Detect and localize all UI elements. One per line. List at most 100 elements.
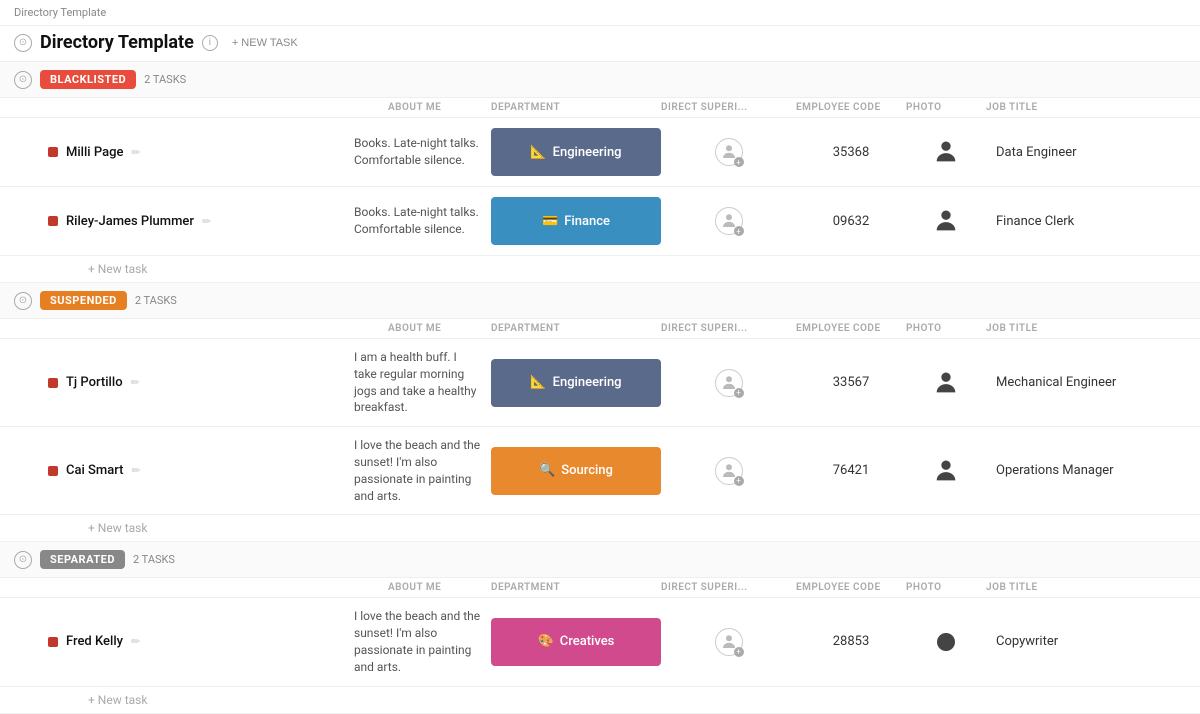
about-cell: I love the beach and the sunset! I'm als… xyxy=(354,437,491,504)
section-header-blacklisted: ⊙ BLACKLISTED 2 TASKS xyxy=(0,62,1200,98)
dept-cell[interactable]: 📐 Engineering xyxy=(491,128,661,176)
supervisor-cell[interactable]: + xyxy=(661,628,796,656)
table-row: Cai Smart ✏ I love the beach and the sun… xyxy=(0,427,1200,515)
add-supervisor-icon[interactable]: + xyxy=(734,157,744,167)
supervisor-avatar[interactable]: + xyxy=(715,207,743,235)
col-header-5: JOB TITLE xyxy=(986,323,1186,334)
col-headers-suspended: ABOUT MEDEPARTMENTDIRECT SUPERI...EMPLOY… xyxy=(0,319,1200,339)
section-suspended: ⊙ SUSPENDED 2 TASKS ABOUT MEDEPARTMENTDI… xyxy=(0,283,1200,542)
col-header-5: JOB TITLE xyxy=(986,102,1186,113)
col-name xyxy=(48,582,388,593)
dept-label: Engineering xyxy=(553,145,622,160)
edit-icon[interactable]: ✏ xyxy=(202,215,211,228)
row-bullet xyxy=(48,466,58,476)
dept-icon: 💳 xyxy=(542,214,558,229)
add-new-task-row[interactable]: + New task xyxy=(0,687,1200,714)
dept-cell[interactable]: 💳 Finance xyxy=(491,197,661,245)
photo-placeholder xyxy=(937,633,955,651)
supervisor-cell[interactable]: + xyxy=(661,138,796,166)
dept-icon: 🔍 xyxy=(539,463,555,478)
about-cell: Books. Late-night talks. Comfortable sil… xyxy=(354,204,491,238)
table-row: Tj Portillo ✏ I am a health buff. I take… xyxy=(0,339,1200,427)
status-badge-separated: SEPARATED xyxy=(40,550,125,569)
collapse-icon[interactable]: ⊙ xyxy=(14,34,32,52)
photo-cell xyxy=(906,207,986,235)
col-header-2: DIRECT SUPERI... xyxy=(661,323,796,334)
table-row: Fred Kelly ✏ I love the beach and the su… xyxy=(0,598,1200,686)
employee-name: Riley-James Plummer xyxy=(66,214,194,229)
employee-code: 76421 xyxy=(796,463,906,478)
section-separated: ⊙ SEPARATED 2 TASKS ABOUT MEDEPARTMENTDI… xyxy=(0,542,1200,713)
supervisor-cell[interactable]: + xyxy=(661,207,796,235)
status-badge-blacklisted: BLACKLISTED xyxy=(40,70,136,89)
section-header-suspended: ⊙ SUSPENDED 2 TASKS xyxy=(0,283,1200,319)
name-cell: Milli Page ✏ xyxy=(14,145,354,160)
job-title: Data Engineer xyxy=(986,145,1186,160)
add-new-task-row[interactable]: + New task xyxy=(0,515,1200,542)
section-collapse-blacklisted[interactable]: ⊙ xyxy=(14,71,32,89)
supervisor-avatar[interactable]: + xyxy=(715,369,743,397)
row-bullet xyxy=(48,378,58,388)
supervisor-cell[interactable]: + xyxy=(661,369,796,397)
col-headers-separated: ABOUT MEDEPARTMENTDIRECT SUPERI...EMPLOY… xyxy=(0,578,1200,598)
employee-code: 33567 xyxy=(796,375,906,390)
employee-name: Cai Smart xyxy=(66,463,123,478)
info-icon[interactable]: i xyxy=(202,35,218,51)
status-badge-suspended: SUSPENDED xyxy=(40,291,127,310)
supervisor-cell[interactable]: + xyxy=(661,457,796,485)
col-header-4: PHOTO xyxy=(906,102,986,113)
col-headers-blacklisted: ABOUT MEDEPARTMENTDIRECT SUPERI...EMPLOY… xyxy=(0,98,1200,118)
dept-cell[interactable]: 📐 Engineering xyxy=(491,359,661,407)
employee-code: 28853 xyxy=(796,634,906,649)
employee-name: Tj Portillo xyxy=(66,375,123,390)
add-new-task-row[interactable]: + New task xyxy=(0,256,1200,283)
col-header-2: DIRECT SUPERI... xyxy=(661,102,796,113)
supervisor-avatar[interactable]: + xyxy=(715,138,743,166)
col-header-1: DEPARTMENT xyxy=(491,102,661,113)
section-header-separated: ⊙ SEPARATED 2 TASKS xyxy=(0,542,1200,578)
dept-cell[interactable]: 🎨 Creatives xyxy=(491,618,661,666)
task-count-suspended: 2 TASKS xyxy=(135,294,177,307)
dept-cell[interactable]: 🔍 Sourcing xyxy=(491,447,661,495)
about-cell: I love the beach and the sunset! I'm als… xyxy=(354,608,491,675)
add-supervisor-icon[interactable]: + xyxy=(734,476,744,486)
col-header-4: PHOTO xyxy=(906,323,986,334)
employee-name: Fred Kelly xyxy=(66,634,123,649)
task-count-separated: 2 TASKS xyxy=(133,553,175,566)
row-bullet xyxy=(48,637,58,647)
add-supervisor-icon[interactable]: + xyxy=(734,388,744,398)
col-header-5: JOB TITLE xyxy=(986,582,1186,593)
job-title: Operations Manager xyxy=(986,463,1186,478)
section-collapse-separated[interactable]: ⊙ xyxy=(14,551,32,569)
col-header-1: DEPARTMENT xyxy=(491,582,661,593)
col-header-3: EMPLOYEE CODE xyxy=(796,102,906,113)
col-header-3: EMPLOYEE CODE xyxy=(796,582,906,593)
edit-icon[interactable]: ✏ xyxy=(131,146,140,159)
col-name xyxy=(48,102,388,113)
section-collapse-suspended[interactable]: ⊙ xyxy=(14,292,32,310)
row-bullet xyxy=(48,147,58,157)
about-cell: Books. Late-night talks. Comfortable sil… xyxy=(354,135,491,169)
photo-cell xyxy=(906,457,986,485)
dept-icon: 📐 xyxy=(530,375,546,390)
col-header-4: PHOTO xyxy=(906,582,986,593)
breadcrumb: Directory Template xyxy=(0,0,1200,26)
supervisor-avatar[interactable]: + xyxy=(715,457,743,485)
add-supervisor-icon[interactable]: + xyxy=(734,226,744,236)
about-cell: I am a health buff. I take regular morni… xyxy=(354,349,491,416)
dept-icon: 🎨 xyxy=(538,634,554,649)
dept-label: Engineering xyxy=(553,375,622,390)
dept-label: Creatives xyxy=(560,634,615,649)
edit-icon[interactable]: ✏ xyxy=(131,635,140,648)
job-title: Mechanical Engineer xyxy=(986,375,1186,390)
edit-icon[interactable]: ✏ xyxy=(131,376,140,389)
add-supervisor-icon[interactable]: + xyxy=(734,647,744,657)
page-header: ⊙ Directory Template i + NEW TASK xyxy=(0,26,1200,62)
new-task-button[interactable]: + NEW TASK xyxy=(226,34,304,52)
name-cell: Fred Kelly ✏ xyxy=(14,634,354,649)
photo-cell xyxy=(906,138,986,166)
job-title: Finance Clerk xyxy=(986,214,1186,229)
edit-icon[interactable]: ✏ xyxy=(131,464,140,477)
col-header-2: DIRECT SUPERI... xyxy=(661,582,796,593)
supervisor-avatar[interactable]: + xyxy=(715,628,743,656)
